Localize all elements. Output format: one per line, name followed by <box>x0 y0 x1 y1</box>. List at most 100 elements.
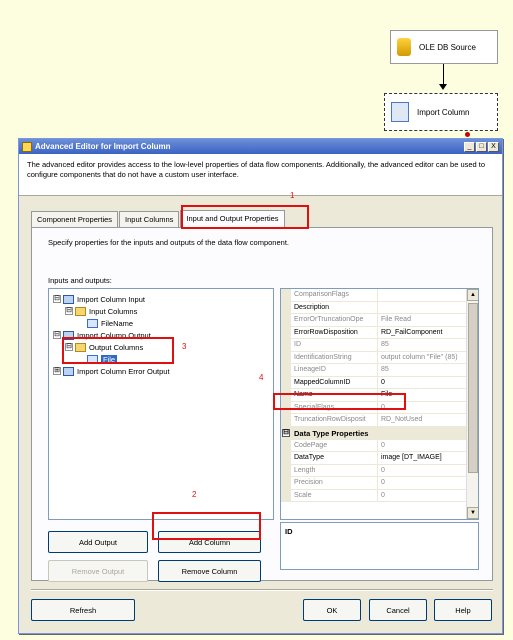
inputs-outputs-tree[interactable]: ⊟ Import Column Input ⊟ Input Columns Fi… <box>48 288 274 520</box>
tree-label: FileName <box>101 318 134 328</box>
property-value[interactable] <box>378 302 478 314</box>
tree-label: Input Columns <box>89 306 138 316</box>
property-value[interactable]: 0 <box>378 490 478 502</box>
property-value[interactable]: 0 <box>378 477 478 489</box>
scroll-thumb[interactable] <box>468 303 478 473</box>
tree-label: Import Column Error Output <box>77 366 170 376</box>
add-output-button[interactable]: Add Output <box>48 531 148 553</box>
property-name: Length <box>291 464 378 476</box>
tab-input-columns[interactable]: Input Columns <box>119 211 180 227</box>
import-column-icon <box>391 102 409 122</box>
close-button[interactable]: X <box>488 141 499 152</box>
column-icon <box>87 318 98 328</box>
panel-description: Specify properties for the inputs and ou… <box>48 238 289 247</box>
tree-item-output-columns[interactable]: ⊟ Output Columns <box>49 341 273 353</box>
tab-component-properties[interactable]: Component Properties <box>31 211 119 227</box>
folder-icon <box>75 342 86 352</box>
tree-item-import-column-error-output[interactable]: ⊞ Import Column Error Output <box>49 365 273 377</box>
property-value[interactable]: 0 <box>378 440 478 452</box>
cancel-button[interactable]: Cancel <box>369 599 427 621</box>
footer-separator <box>31 589 493 591</box>
property-name: ComparisonFlags <box>291 289 378 301</box>
maximize-button[interactable]: □ <box>476 141 487 152</box>
ole-db-source-label: OLE DB Source <box>419 42 476 52</box>
ok-button[interactable]: OK <box>303 599 361 621</box>
window-controls: _ □ X <box>464 141 499 152</box>
property-name: ID <box>291 339 378 351</box>
property-value[interactable]: 85 <box>378 339 478 351</box>
property-value[interactable]: RD_FailComponent <box>378 327 478 339</box>
tree-item-filename[interactable]: FileName <box>49 317 273 329</box>
input-icon <box>63 294 74 304</box>
tab-input-output-properties[interactable]: Input and Output Properties <box>180 210 285 228</box>
scroll-down-icon[interactable]: ▼ <box>467 507 478 519</box>
collapse-icon[interactable]: ⊟ <box>65 343 73 351</box>
tree-item-file[interactable]: File <box>49 353 273 365</box>
property-row[interactable]: Description <box>281 301 478 314</box>
property-name: TruncationRowDisposit <box>291 414 378 426</box>
annotation-number-2: 2 <box>192 490 197 499</box>
add-column-button[interactable]: Add Column <box>158 531 261 553</box>
property-name: Precision <box>291 477 378 489</box>
property-row[interactable]: ErrorRowDisposition RD_FailComponent <box>281 326 478 339</box>
property-grid[interactable]: ComparisonFlags Description ErrorOrTrunc… <box>280 288 479 520</box>
property-value[interactable]: RD_NotUsed <box>378 414 478 426</box>
remove-output-button[interactable]: Remove Output <box>48 560 148 582</box>
scroll-up-icon[interactable]: ▲ <box>467 289 478 301</box>
property-row[interactable]: IdentificationString output column "File"… <box>281 351 478 364</box>
property-value[interactable]: 0 <box>378 377 478 389</box>
tree-item-input-columns[interactable]: ⊟ Input Columns <box>49 305 273 317</box>
help-button[interactable]: Help <box>434 599 492 621</box>
property-row-lineageid[interactable]: LineageID 85 <box>281 364 478 377</box>
minimize-button[interactable]: _ <box>464 141 475 152</box>
property-row[interactable]: Length 0 <box>281 464 478 477</box>
property-value[interactable] <box>378 289 478 301</box>
tree-item-import-column-input[interactable]: ⊟ Import Column Input <box>49 293 273 305</box>
output-icon <box>63 330 74 340</box>
collapse-icon[interactable]: ⊟ <box>65 307 73 315</box>
header-description: The advanced editor provides access to t… <box>27 160 486 179</box>
tab-panel: Specify properties for the inputs and ou… <box>31 227 493 582</box>
annotation-number-1: 1 <box>290 191 295 200</box>
property-row[interactable]: CodePage 0 <box>281 439 478 452</box>
tree-label: Import Column Input <box>77 294 145 304</box>
property-value[interactable]: image [DT_IMAGE] <box>378 452 478 464</box>
property-value[interactable]: output column "File" (85) <box>378 352 478 364</box>
property-name: LineageID <box>291 364 378 376</box>
property-category[interactable]: ⊟ Data Type Properties <box>281 426 478 440</box>
import-column-component[interactable]: Import Column <box>384 93 498 131</box>
property-value[interactable]: File Read <box>378 314 478 326</box>
property-row[interactable]: ID 85 <box>281 339 478 352</box>
data-flow-arrow <box>439 84 447 90</box>
collapse-icon[interactable]: ⊟ <box>282 429 290 437</box>
refresh-button[interactable]: Refresh <box>31 599 135 621</box>
output-port-dot <box>465 132 470 137</box>
property-description-title: ID <box>285 527 293 536</box>
property-name: Name <box>291 389 378 401</box>
property-row[interactable]: TruncationRowDisposit RD_NotUsed <box>281 414 478 427</box>
collapse-icon[interactable]: ⊟ <box>53 331 61 339</box>
property-row[interactable]: Scale 0 <box>281 489 478 502</box>
property-grid-scrollbar[interactable]: ▲ ▼ <box>466 289 478 519</box>
import-column-label: Import Column <box>417 107 470 117</box>
property-row[interactable]: ErrorOrTruncationOpe File Read <box>281 314 478 327</box>
collapse-icon[interactable]: ⊟ <box>53 295 61 303</box>
ole-db-source-component[interactable]: OLE DB Source <box>390 30 498 64</box>
property-row[interactable]: ComparisonFlags <box>281 289 478 302</box>
property-row[interactable]: SpecialFlags 0 <box>281 401 478 414</box>
property-value[interactable]: 0 <box>378 465 478 477</box>
property-value[interactable]: 0 <box>378 402 478 414</box>
property-row[interactable]: Precision 0 <box>281 477 478 490</box>
remove-column-button[interactable]: Remove Column <box>158 560 261 582</box>
property-name: CodePage <box>291 439 378 451</box>
dialog-titlebar: Advanced Editor for Import Column _ □ X <box>19 139 502 154</box>
property-value[interactable]: 85 <box>378 364 478 376</box>
advanced-editor-dialog: Advanced Editor for Import Column _ □ X … <box>18 138 503 634</box>
tree-item-import-column-output[interactable]: ⊟ Import Column Output <box>49 329 273 341</box>
property-name: Scale <box>291 489 378 501</box>
property-row[interactable]: MappedColumnID 0 <box>281 376 478 389</box>
expand-icon[interactable]: ⊞ <box>53 367 61 375</box>
property-row[interactable]: Name File <box>281 389 478 402</box>
property-value[interactable]: File <box>378 389 478 401</box>
property-row[interactable]: DataType image [DT_IMAGE] <box>281 452 478 465</box>
